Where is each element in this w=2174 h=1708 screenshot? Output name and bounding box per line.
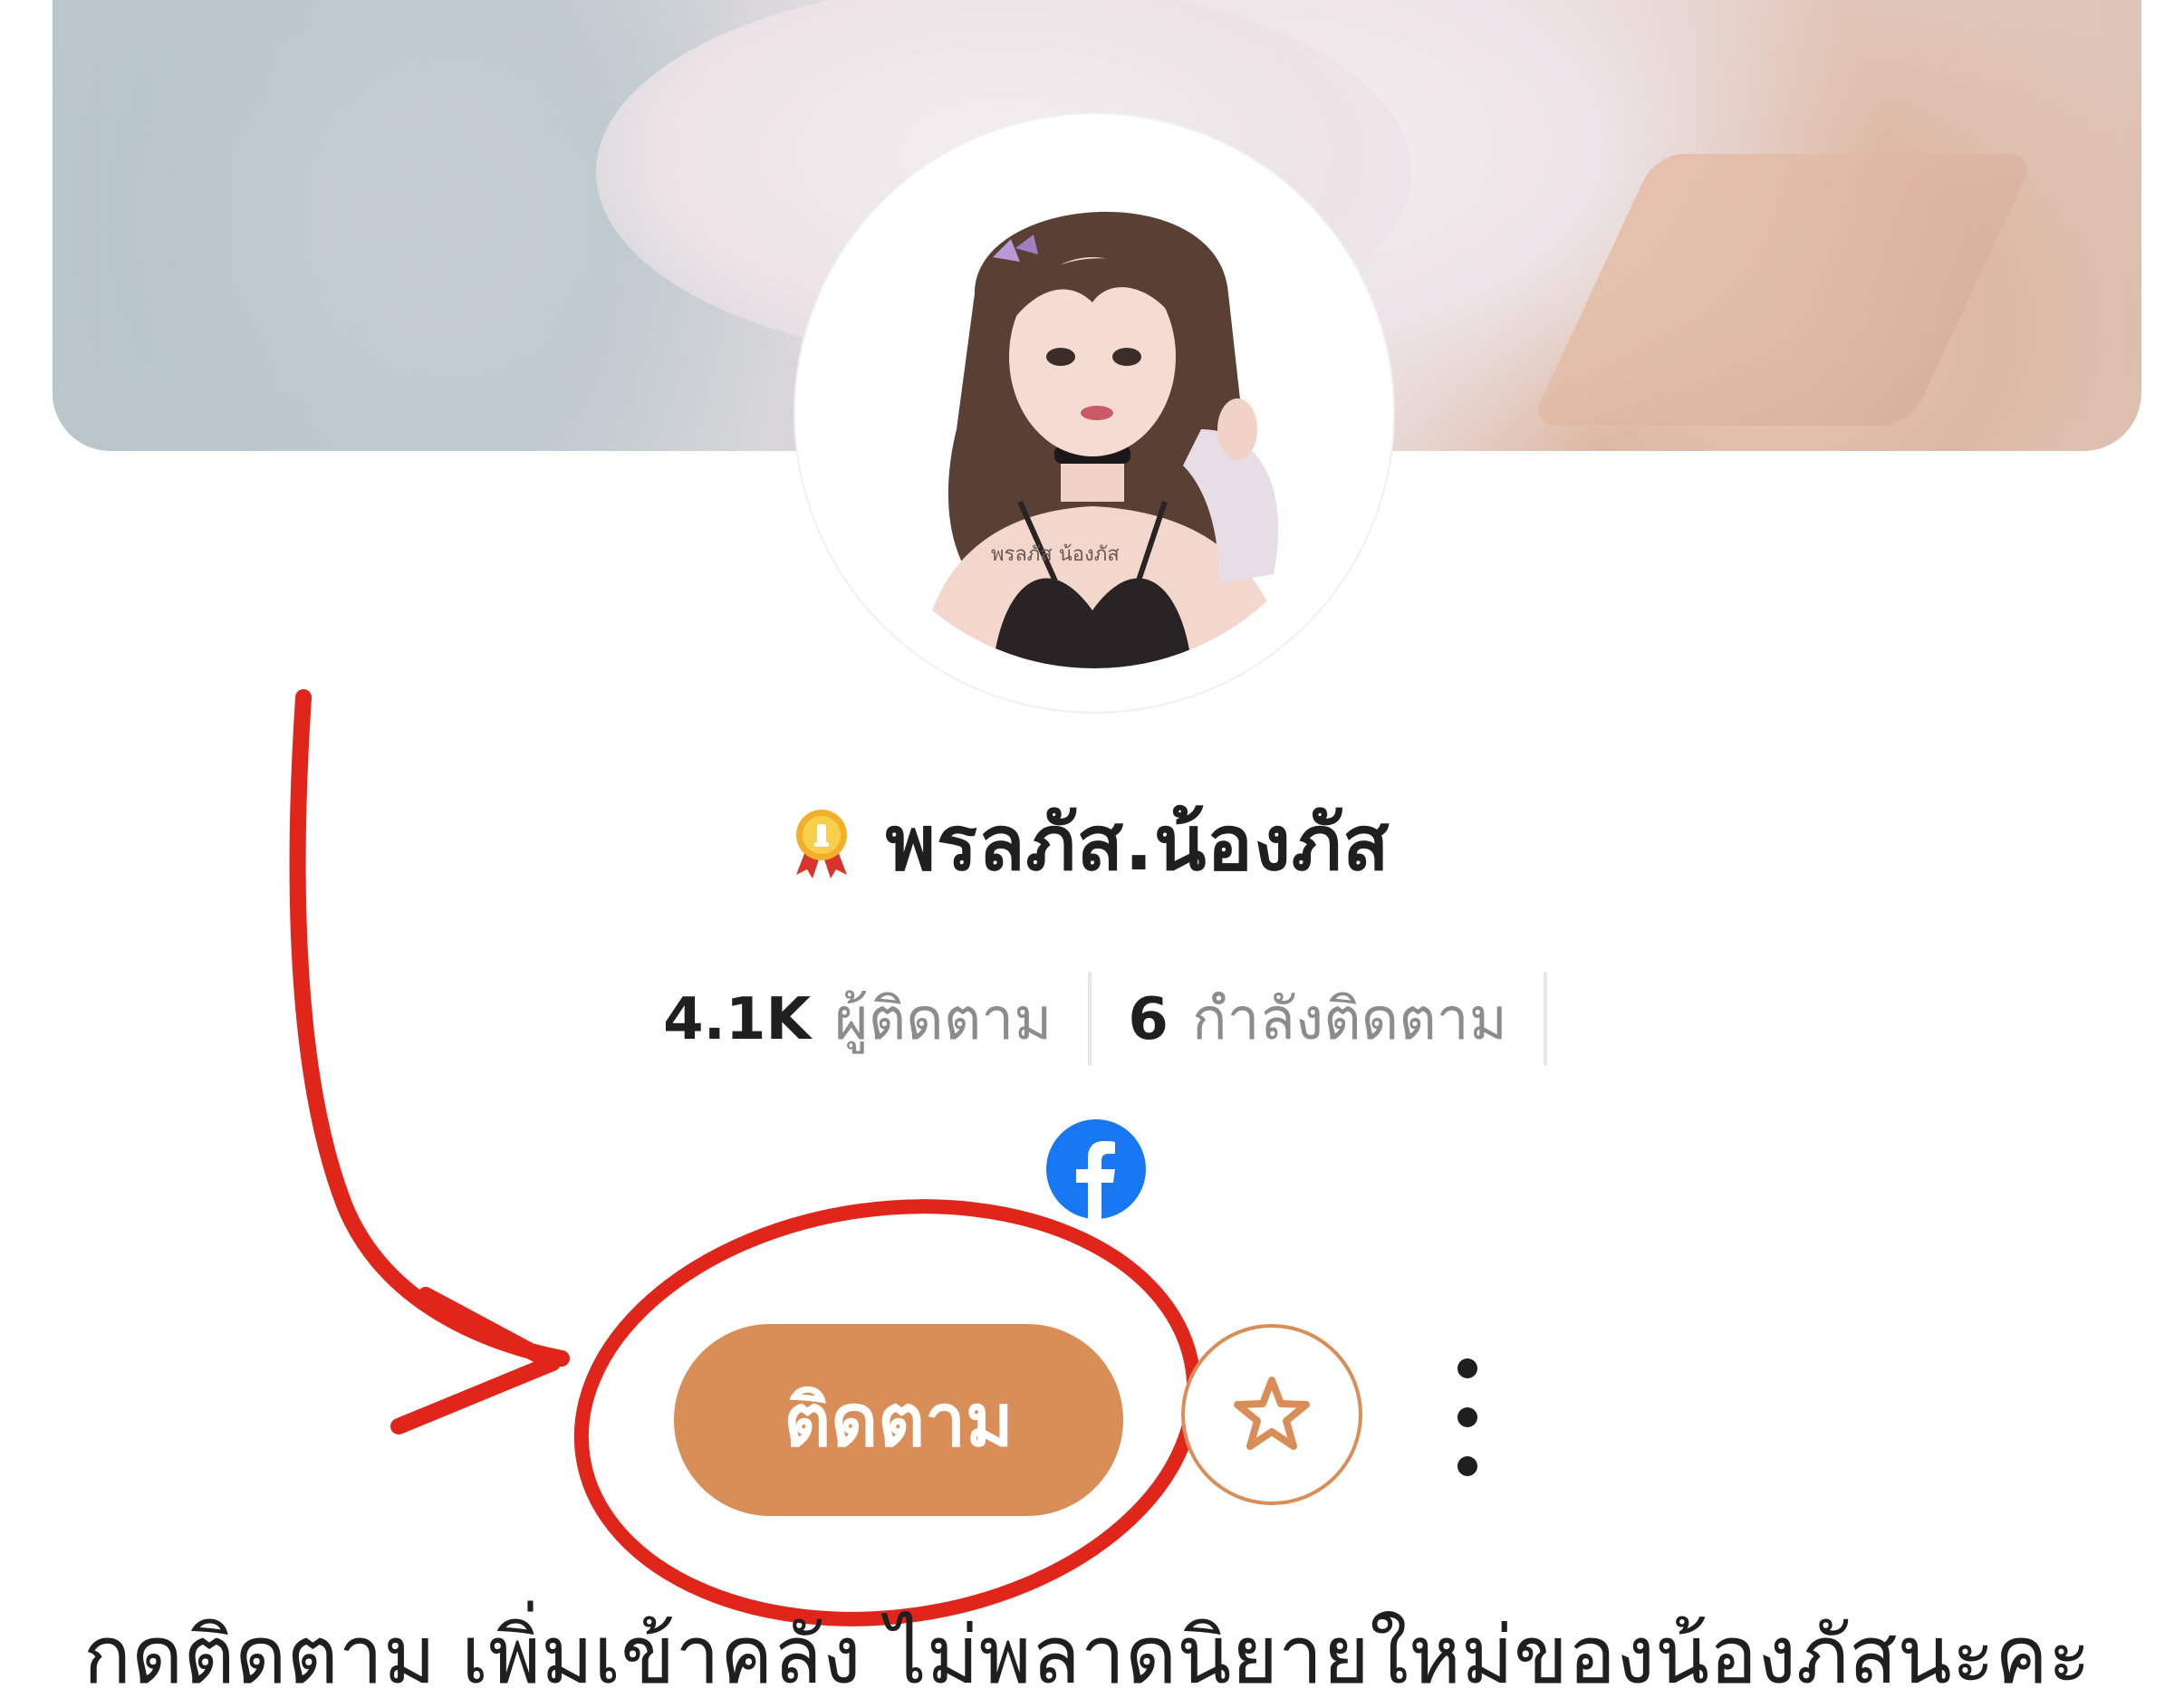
more-dot [1457,1358,1477,1378]
following-stat[interactable]: 6 กำลังติดตาม [1092,973,1544,1065]
stats-divider [1543,972,1547,1066]
followers-stat[interactable]: 4.1K ผู้ติดตาม [627,973,1088,1065]
caption-text: กดติดตาม เพิ่มเข้าคลัง ไม่พลาดนิยายใหม่ข… [82,1608,2092,1702]
gold-medal-icon [796,810,848,878]
favorite-button[interactable] [1181,1324,1362,1505]
avatar: พรลภัส น้องภัส [839,158,1350,668]
facebook-icon[interactable] [1046,1119,1146,1219]
more-dot [1457,1456,1477,1476]
star-icon [1234,1377,1310,1450]
following-count: 6 [1128,986,1169,1053]
annotation-arrow-head [390,1287,561,1435]
more-vertical-icon[interactable] [1440,1358,1495,1476]
avatar-frame[interactable]: พรลภัส น้องภัส [795,114,1393,712]
stats-row: 4.1K ผู้ติดตาม 6 กำลังติดตาม [0,969,2174,1069]
creator-name: พรลภัส.น้องภัส [885,799,1390,888]
profile-name-row: พรลภัส.น้องภัส [0,788,2174,897]
followers-count: 4.1K [663,986,812,1053]
cover-fabric-fold [1529,154,2036,426]
more-dot [1457,1407,1477,1427]
followers-label: ผู้ติดตาม [834,986,1053,1053]
avatar-watermark-text: พรลภัส น้องภัส [991,543,1120,566]
follow-button[interactable]: ติดตาม [674,1324,1123,1516]
avatar-illustration [839,158,1350,668]
following-label: กำลังติดตาม [1191,986,1507,1053]
